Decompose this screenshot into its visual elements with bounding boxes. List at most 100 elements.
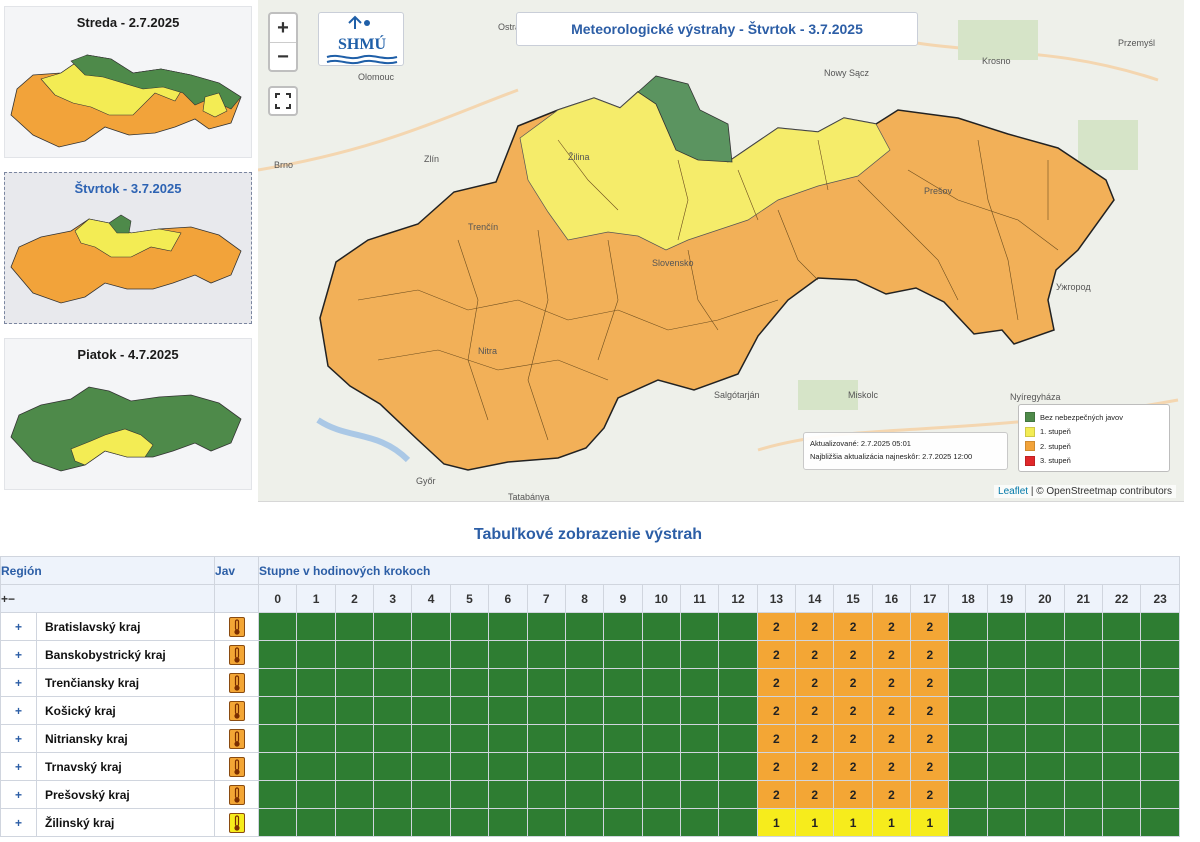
legend-swatch (1025, 455, 1035, 466)
hour-cell (641, 640, 681, 669)
expand-row-button[interactable]: + (0, 668, 37, 697)
place-label: Nyíregyháza (1010, 392, 1061, 402)
region-name: Žilinský kraj (35, 808, 216, 837)
hour-header: 15 (833, 584, 873, 613)
hour-cell (1063, 696, 1103, 725)
hour-cell (526, 696, 566, 725)
hour-cell (488, 668, 528, 697)
hour-cell (564, 752, 605, 781)
hour-cell (488, 752, 528, 781)
hour-cell (1025, 724, 1065, 753)
warning-map[interactable]: Ostrava Olomouc Brno Zlín Krosno Nowy Są… (258, 0, 1184, 502)
legend-label: 2. stupeň (1040, 441, 1071, 451)
hour-cell (1140, 612, 1180, 641)
thermometer-icon[interactable] (228, 616, 245, 637)
jav-cell (214, 724, 260, 753)
hour-cell (986, 752, 1027, 781)
hour-cell (603, 668, 643, 697)
hour-cell: 2 (833, 612, 873, 641)
expand-row-button[interactable]: + (0, 612, 37, 641)
hour-cell (1101, 752, 1142, 781)
expand-row-button[interactable]: + (0, 752, 37, 781)
jav-cell (214, 640, 260, 669)
thumbnail-map-thursday (10, 214, 242, 304)
hour-cell (334, 612, 375, 641)
table-row: + Trnavský kraj 2 2 2 2 2 (0, 752, 1180, 781)
thermometer-icon[interactable] (228, 784, 245, 805)
hour-cell (258, 724, 298, 753)
expand-collapse-all-button[interactable]: +− (0, 584, 216, 613)
jav-spacer (214, 584, 260, 613)
expand-row-button[interactable]: + (0, 640, 37, 669)
hour-cell (373, 808, 413, 837)
hour-cell (679, 752, 720, 781)
thumbnail-thursday[interactable]: Štvrtok - 3.7.2025 (4, 172, 252, 324)
hour-cell: 2 (871, 752, 912, 781)
hour-cell: 2 (871, 668, 912, 697)
expand-row-button[interactable]: + (0, 696, 37, 725)
hour-cell (948, 752, 988, 781)
hour-cell (986, 612, 1027, 641)
hour-header: 19 (986, 584, 1027, 613)
hour-cell (373, 724, 413, 753)
hour-cell (603, 640, 643, 669)
hour-cell (679, 780, 720, 809)
hour-cell (1140, 640, 1180, 669)
hour-cell (1063, 640, 1103, 669)
hour-cell (718, 640, 758, 669)
thermometer-icon[interactable] (228, 728, 245, 749)
hour-header: 6 (488, 584, 528, 613)
thermometer-icon[interactable] (228, 700, 245, 721)
hour-cell (603, 724, 643, 753)
hour-cell (373, 640, 413, 669)
thermometer-icon[interactable] (228, 644, 245, 665)
jav-cell (214, 752, 260, 781)
hour-cell (1101, 612, 1142, 641)
hour-cell (373, 668, 413, 697)
hour-cell (948, 668, 988, 697)
hour-cell (1025, 640, 1065, 669)
place-label: Tatabánya (508, 492, 550, 502)
hour-cell (373, 780, 413, 809)
hour-header: 4 (411, 584, 451, 613)
leaflet-link[interactable]: Leaflet (998, 486, 1028, 497)
hour-cell: 1 (795, 808, 835, 837)
hour-header: 16 (871, 584, 912, 613)
thermometer-icon[interactable] (228, 812, 245, 833)
hour-cell (641, 808, 681, 837)
hour-cell (449, 780, 490, 809)
hour-cell: 2 (910, 780, 950, 809)
hour-cell (334, 668, 375, 697)
hour-cell (449, 612, 490, 641)
expand-row-button[interactable]: + (0, 724, 37, 753)
hour-cell: 2 (871, 612, 912, 641)
expand-row-button[interactable]: + (0, 780, 37, 809)
hour-cell (679, 640, 720, 669)
thumbnail-map-wednesday (10, 54, 242, 148)
hour-cell (411, 696, 451, 725)
jav-cell (214, 780, 260, 809)
hour-cell (526, 724, 566, 753)
hour-cell: 2 (756, 696, 797, 725)
expand-row-button[interactable]: + (0, 808, 37, 837)
hour-cell: 2 (795, 724, 835, 753)
thumbnail-friday[interactable]: Piatok - 4.7.2025 (4, 338, 252, 490)
hour-cell (564, 808, 605, 837)
region-name: Prešovský kraj (35, 780, 216, 809)
hour-cell (1101, 640, 1142, 669)
thumbnail-title: Streda - 2.7.2025 (76, 15, 180, 30)
thermometer-icon[interactable] (228, 672, 245, 693)
zoom-out-button[interactable]: − (270, 42, 296, 70)
hour-cell (488, 780, 528, 809)
zoom-in-button[interactable]: + (270, 14, 296, 42)
fullscreen-button[interactable] (268, 86, 298, 116)
hour-cell (718, 724, 758, 753)
thermometer-icon[interactable] (228, 756, 245, 777)
thumbnail-wednesday[interactable]: Streda - 2.7.2025 (4, 6, 252, 158)
region-name: Trnavský kraj (35, 752, 216, 781)
hour-cell: 2 (833, 668, 873, 697)
place-label: Ужгород (1056, 282, 1091, 292)
hour-cell: 1 (910, 808, 950, 837)
hour-cell: 2 (910, 696, 950, 725)
table-row: + Nitriansky kraj 2 2 2 2 2 (0, 724, 1180, 753)
